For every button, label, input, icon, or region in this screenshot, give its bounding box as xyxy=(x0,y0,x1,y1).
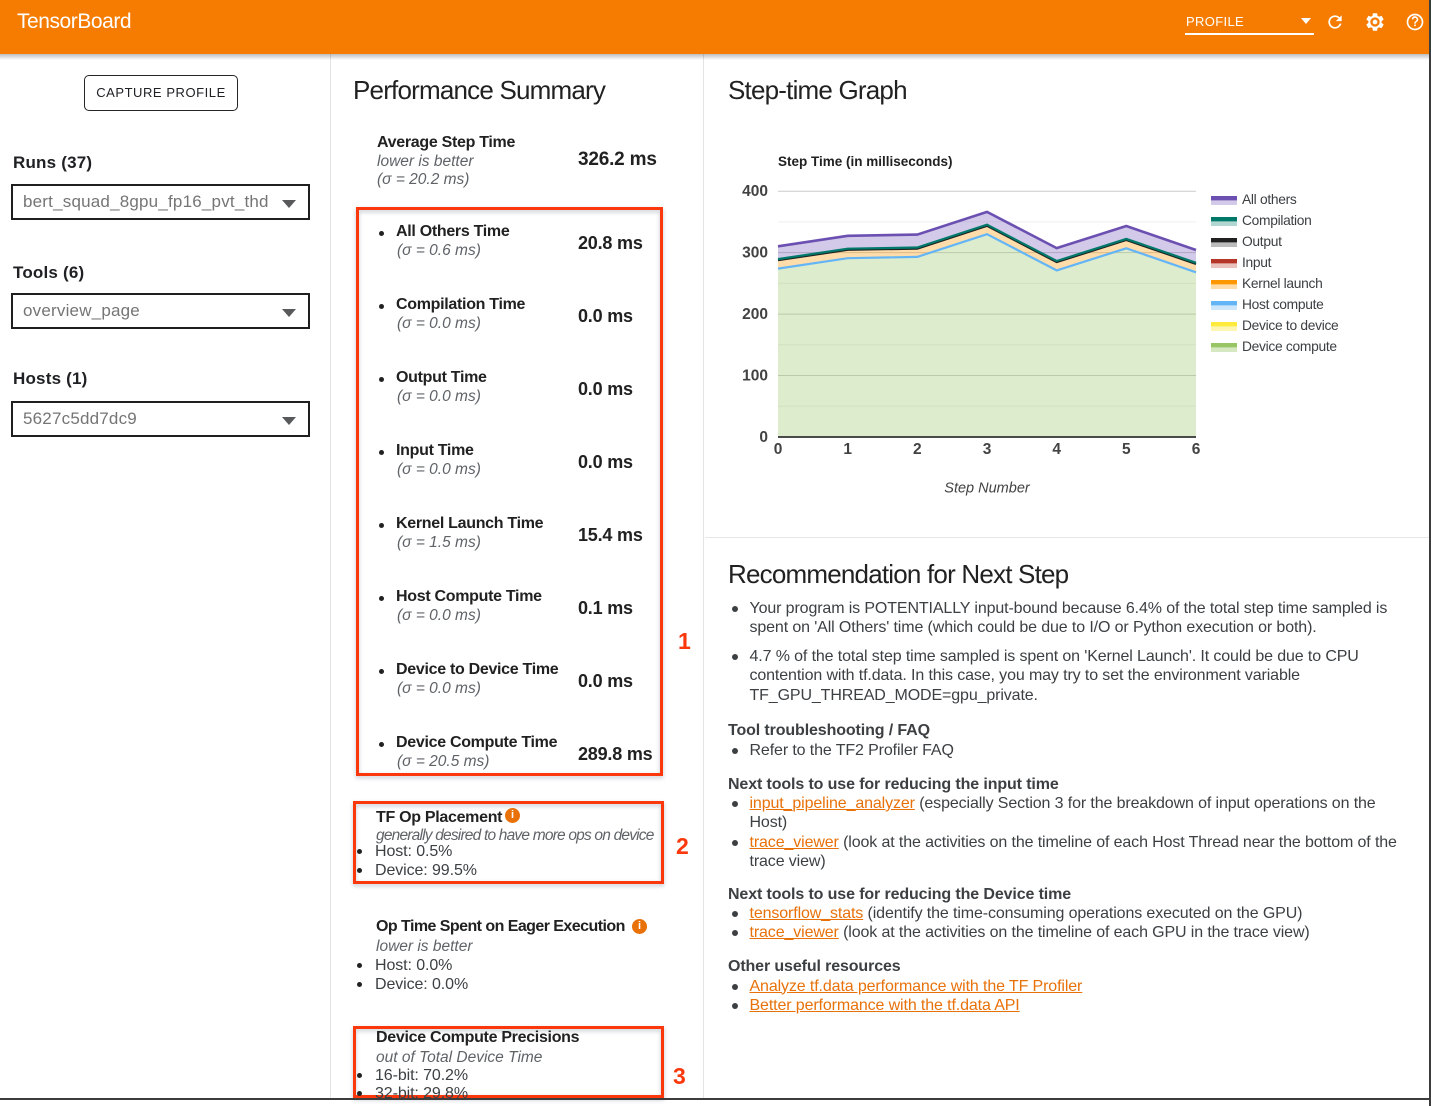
svg-text:300: 300 xyxy=(742,245,768,262)
svg-text:Compilation: Compilation xyxy=(1242,213,1312,228)
svg-text:3: 3 xyxy=(983,441,992,458)
svg-text:Input: Input xyxy=(1242,255,1272,270)
svg-text:1: 1 xyxy=(843,441,852,458)
svg-text:Output: Output xyxy=(1242,234,1282,249)
svg-text:400: 400 xyxy=(742,183,768,200)
svg-text:Device to device: Device to device xyxy=(1242,318,1339,333)
svg-text:2: 2 xyxy=(913,441,922,458)
svg-text:All others: All others xyxy=(1242,192,1297,207)
svg-text:0: 0 xyxy=(774,441,783,458)
svg-text:6: 6 xyxy=(1192,441,1201,458)
svg-text:0: 0 xyxy=(759,429,768,446)
svg-text:4: 4 xyxy=(1052,441,1061,458)
svg-text:200: 200 xyxy=(742,306,768,323)
svg-text:Step Number: Step Number xyxy=(944,481,1031,497)
svg-text:Kernel launch: Kernel launch xyxy=(1242,276,1322,291)
svg-text:Device compute: Device compute xyxy=(1242,339,1337,354)
svg-text:Host compute: Host compute xyxy=(1242,297,1324,312)
svg-text:100: 100 xyxy=(742,368,768,385)
svg-text:Step Time (in milliseconds): Step Time (in milliseconds) xyxy=(778,154,953,169)
svg-text:5: 5 xyxy=(1122,441,1131,458)
